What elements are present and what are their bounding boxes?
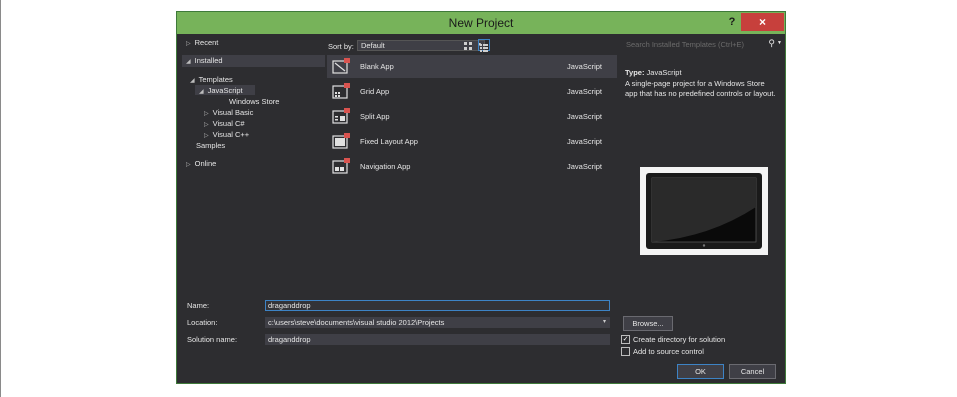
name-label: Name: <box>187 301 210 310</box>
list-view-icon <box>480 44 488 52</box>
sortby-label: Sort by: <box>328 42 354 51</box>
solution-name-input[interactable]: draganddrop <box>265 334 610 345</box>
template-item[interactable]: Grid App JavaScript <box>327 80 617 103</box>
location-value: c:\users\steve\documents\visual studio 2… <box>268 318 445 327</box>
expand-arrow-icon[interactable]: ▷ <box>204 122 209 128</box>
tree-item-label: Samples <box>196 141 226 150</box>
help-button[interactable]: ? <box>725 14 739 30</box>
tree-item-label: Online <box>194 159 217 168</box>
tree-item-label: Templates <box>198 75 233 84</box>
tree-item-templates[interactable]: ◢ Templates <box>190 75 233 84</box>
template-name: Split App <box>360 112 390 121</box>
browse-button[interactable]: Browse... <box>623 316 673 331</box>
blank-app-icon <box>332 58 350 74</box>
tree-item-visual-cpp[interactable]: ▷ Visual C++ <box>204 130 249 139</box>
tree-item-recent[interactable]: ▷ Recent <box>186 38 218 47</box>
tree-item-online[interactable]: ▷ Online <box>186 159 216 168</box>
close-button[interactable]: × <box>741 13 784 31</box>
details-view-button[interactable] <box>478 39 490 52</box>
tree-item-label: Visual C# <box>212 119 245 128</box>
page-edge <box>0 0 1 397</box>
expand-arrow-icon[interactable]: ▷ <box>204 111 209 117</box>
expand-arrow-icon[interactable]: ▷ <box>204 133 209 139</box>
template-description: A single-page project for a Windows Stor… <box>625 79 776 98</box>
details-panel: Search Installed Templates (Ctrl+E) ⚲ ▼ … <box>623 36 783 295</box>
template-language: JavaScript <box>567 137 603 146</box>
tree-item-samples[interactable]: Samples <box>196 141 225 150</box>
type-value: JavaScript <box>646 68 682 77</box>
title-bar: New Project ? × <box>177 12 785 34</box>
solution-name-label: Solution name: <box>187 335 238 344</box>
new-project-dialog: New Project ? × ▷ Recent ◢ Installed ◢ Temp… <box>176 11 786 384</box>
chevron-down-icon[interactable]: ▼ <box>777 40 782 46</box>
collapse-arrow-icon[interactable]: ◢ <box>186 59 191 65</box>
template-name: Grid App <box>360 87 390 96</box>
source-control-label: Add to source control <box>633 347 704 356</box>
template-item[interactable]: Fixed Layout App JavaScript <box>327 130 617 153</box>
grid-view-icon <box>464 42 472 50</box>
grid-app-icon <box>332 83 350 99</box>
template-language: JavaScript <box>567 112 603 121</box>
fixed-layout-app-icon <box>332 133 350 149</box>
dialog-title: New Project <box>448 16 514 30</box>
tablet-preview-icon <box>646 173 762 249</box>
template-item[interactable]: Split App JavaScript <box>327 105 617 128</box>
template-language: JavaScript <box>567 162 603 171</box>
tree-item-visual-csharp[interactable]: ▷ Visual C# <box>204 119 245 128</box>
medium-icons-view-button[interactable] <box>462 39 474 51</box>
sortby-value: Default <box>361 41 385 50</box>
cancel-button[interactable]: Cancel <box>729 364 776 379</box>
template-item[interactable]: Navigation App JavaScript <box>327 155 617 178</box>
tree-item-label: Visual C++ <box>212 130 250 139</box>
navigation-app-icon <box>332 158 350 174</box>
tree-item-label: Windows Store <box>229 97 280 106</box>
tree-item-label: Visual Basic <box>212 108 254 117</box>
source-control-checkbox[interactable] <box>621 347 630 356</box>
tree-item-installed[interactable]: ◢ Installed <box>186 56 223 65</box>
template-name: Blank App <box>360 62 394 71</box>
template-type: Type: JavaScript <box>625 68 682 77</box>
tree-item-label: Installed <box>194 56 223 65</box>
collapse-arrow-icon[interactable]: ◢ <box>199 89 204 95</box>
location-label: Location: <box>187 318 218 327</box>
expand-arrow-icon[interactable]: ▷ <box>186 41 191 47</box>
tree-item-label: Recent <box>194 38 219 47</box>
template-list-panel: Sort by: Default ▾ Blank App JavaScript … <box>327 36 619 295</box>
type-label: Type: <box>625 68 645 77</box>
template-tree: ▷ Recent ◢ Installed ◢ Templates ◢ JavaScrip… <box>182 36 325 295</box>
search-input[interactable]: Search Installed Templates (Ctrl+E) <box>623 38 783 52</box>
template-name: Navigation App <box>360 162 411 171</box>
name-input[interactable]: draganddrop <box>265 300 610 311</box>
tree-item-windows-store[interactable]: Windows Store <box>229 97 279 106</box>
template-language: JavaScript <box>567 87 603 96</box>
tree-item-label: JavaScript <box>207 86 243 95</box>
template-name: Fixed Layout App <box>360 137 418 146</box>
split-app-icon <box>332 108 350 124</box>
ok-button[interactable]: OK <box>677 364 724 379</box>
template-language: JavaScript <box>567 62 603 71</box>
tree-item-javascript[interactable]: ◢ JavaScript <box>199 86 243 95</box>
tree-item-visual-basic[interactable]: ▷ Visual Basic <box>204 108 253 117</box>
search-icon[interactable]: ⚲ <box>768 38 775 49</box>
chevron-down-icon[interactable]: ▾ <box>603 318 606 327</box>
location-input[interactable]: c:\users\steve\documents\visual studio 2… <box>265 317 610 328</box>
create-directory-checkbox[interactable]: ✓ <box>621 335 630 344</box>
template-item[interactable]: Blank App JavaScript <box>327 55 617 78</box>
template-preview-image <box>640 167 768 255</box>
collapse-arrow-icon[interactable]: ◢ <box>190 78 195 84</box>
expand-arrow-icon[interactable]: ▷ <box>186 162 191 168</box>
create-directory-label: Create directory for solution <box>633 335 726 344</box>
